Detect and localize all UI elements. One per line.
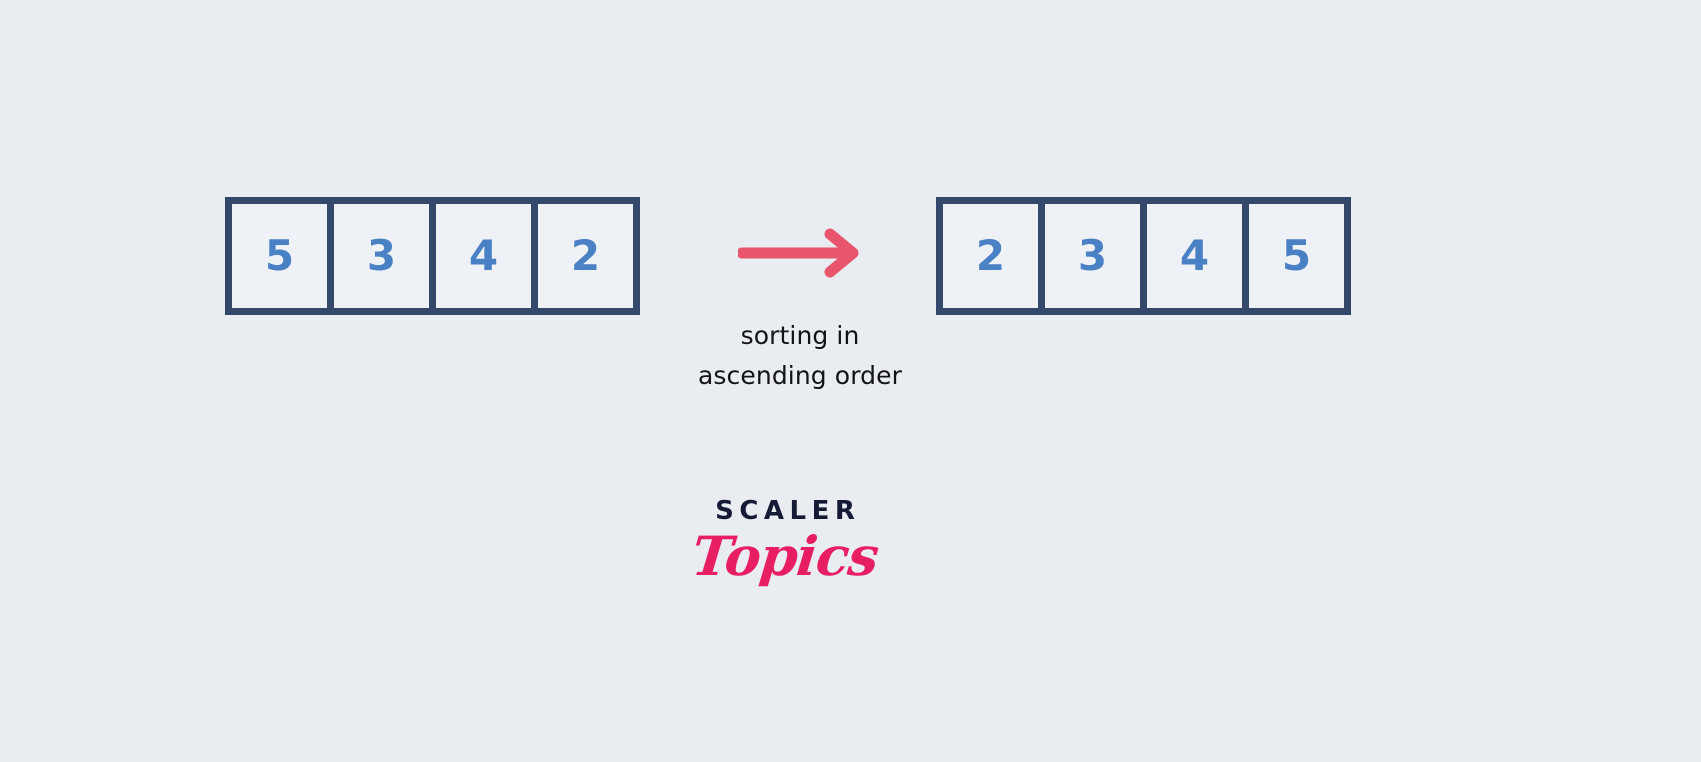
array-cell-value: 4 <box>1179 231 1210 280</box>
caption-line-1: sorting in <box>740 321 860 350</box>
scaler-topics-logo: SCALER Topics <box>640 496 930 588</box>
caption-line-2: ascending order <box>698 361 902 390</box>
sorted-array: 2 3 4 5 <box>936 197 1351 315</box>
array-cell-value: 5 <box>1281 231 1312 280</box>
array-cell-value: 4 <box>468 231 499 280</box>
array-cell: 4 <box>1140 197 1249 315</box>
caption: sorting in ascending order <box>620 316 980 396</box>
array-cell: 2 <box>936 197 1045 315</box>
array-cell: 3 <box>327 197 436 315</box>
logo-wordmark: SCALER <box>715 496 861 526</box>
array-cell-value: 2 <box>570 231 601 280</box>
logo-script: Topics <box>688 524 882 588</box>
array-cell: 3 <box>1038 197 1147 315</box>
array-cell-value: 2 <box>975 231 1006 280</box>
array-cell: 5 <box>225 197 334 315</box>
array-cell-value: 3 <box>1077 231 1108 280</box>
array-cell: 4 <box>429 197 538 315</box>
right-arrow-icon <box>738 228 859 278</box>
diagram-canvas: 5 3 4 2 sorting in ascending order 2 3 4 <box>0 0 1701 762</box>
array-cell-value: 5 <box>264 231 295 280</box>
unsorted-array: 5 3 4 2 <box>225 197 640 315</box>
transition-arrow <box>738 228 862 278</box>
array-cell: 2 <box>531 197 640 315</box>
array-cell-value: 3 <box>366 231 397 280</box>
array-cell: 5 <box>1242 197 1351 315</box>
